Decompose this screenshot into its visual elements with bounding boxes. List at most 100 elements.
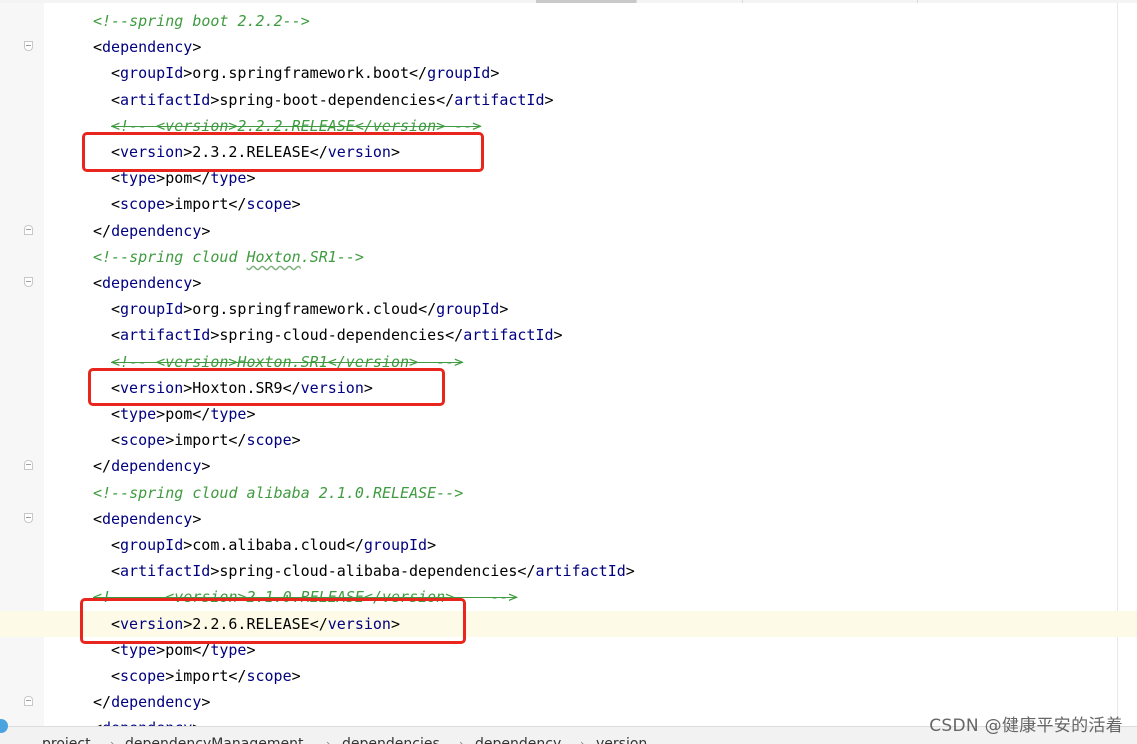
xml-tag-name: scope xyxy=(120,667,166,685)
tag-bracket: </ xyxy=(418,300,437,318)
tag-bracket: < xyxy=(93,510,103,528)
version-highlight-box xyxy=(88,368,445,406)
xml-value: com.alibaba.cloud xyxy=(192,536,346,554)
code-text: <dependency> xyxy=(93,34,201,60)
breadcrumb-item[interactable]: dependency xyxy=(475,735,561,744)
tag-bracket: > xyxy=(427,536,437,554)
tag-bracket: < xyxy=(111,667,121,685)
xml-value: spring-cloud-dependencies xyxy=(219,326,446,344)
xml-tag-name: artifactId xyxy=(120,562,211,580)
xml-tag-name: groupId xyxy=(427,64,491,82)
code-line[interactable]: <dependency> xyxy=(0,34,1137,60)
code-line[interactable]: </dependency> xyxy=(0,453,1137,479)
tag-bracket: </ xyxy=(93,457,112,475)
code-line[interactable]: <!--spring cloud alibaba 2.1.0.RELEASE--… xyxy=(0,480,1137,506)
tag-bracket: < xyxy=(111,431,121,449)
tag-bracket: </ xyxy=(436,91,455,109)
fold-marker-icon[interactable] xyxy=(24,460,33,470)
tag-bracket: </ xyxy=(409,64,428,82)
tag-bracket: > xyxy=(201,222,211,240)
ide-window: <!--spring boot 2.2.2--> <dependency> <gro… xyxy=(0,0,1137,744)
xml-tag-name: artifactId xyxy=(120,326,211,344)
code-line[interactable]: <!--spring boot 2.2.2--> xyxy=(0,8,1137,34)
fold-marker-icon[interactable] xyxy=(24,696,33,706)
breadcrumb-separator-icon: › xyxy=(459,737,464,744)
xml-tag-name: scope xyxy=(246,195,292,213)
xml-value: import xyxy=(174,667,229,685)
code-line[interactable]: <artifactId>spring-cloud-dependencies</a… xyxy=(0,322,1137,348)
tag-bracket: > xyxy=(192,510,202,528)
code-text: <artifactId>spring-boot-dependencies</ar… xyxy=(111,87,554,113)
code-text: <scope>import</scope> xyxy=(111,663,301,689)
tag-bracket: < xyxy=(111,562,121,580)
xml-tag-name: artifactId xyxy=(463,326,554,344)
code-line[interactable]: <groupId>com.alibaba.cloud</groupId> xyxy=(0,532,1137,558)
xml-tag-name: dependency xyxy=(102,274,193,292)
tag-bracket: </ xyxy=(345,536,364,554)
code-line[interactable]: <scope>import</scope> xyxy=(0,191,1137,217)
xml-tag-name: groupId xyxy=(120,300,184,318)
code-line[interactable]: <artifactId>spring-boot-dependencies</ar… xyxy=(0,87,1137,113)
xml-tag-name: scope xyxy=(246,667,292,685)
xml-comment: <!--spring boot 2.2.2--> xyxy=(93,12,310,30)
code-text: <groupId>org.springframework.boot</group… xyxy=(111,60,499,86)
xml-tag-name: type xyxy=(120,405,157,423)
fold-marker-icon[interactable] xyxy=(24,277,33,287)
xml-value: org.springframework.cloud xyxy=(192,300,419,318)
tag-bracket: > xyxy=(165,195,175,213)
fold-marker-icon[interactable] xyxy=(24,41,33,51)
xml-tag-name: groupId xyxy=(363,536,428,554)
xml-tag-name: groupId xyxy=(120,536,184,554)
breadcrumb-item[interactable]: dependencies xyxy=(342,735,440,744)
xml-value: pom xyxy=(165,405,193,423)
tag-bracket: < xyxy=(111,300,121,318)
code-text: <artifactId>spring-cloud-dependencies</a… xyxy=(111,322,563,348)
code-text: <!--spring cloud alibaba 2.1.0.RELEASE--… xyxy=(93,480,463,506)
code-line[interactable]: <groupId>org.springframework.cloud</grou… xyxy=(0,296,1137,322)
fold-marker-icon[interactable] xyxy=(24,225,33,235)
code-line[interactable]: <groupId>org.springframework.boot</group… xyxy=(0,60,1137,86)
code-line[interactable]: <!--spring cloud Hoxton.SR1--> xyxy=(0,244,1137,270)
tag-bracket: > xyxy=(192,38,202,56)
breadcrumb-item[interactable]: dependencyManagement xyxy=(125,735,303,744)
xml-tag-name: dependency xyxy=(111,222,202,240)
breadcrumb-item-current[interactable]: version xyxy=(596,735,647,744)
tag-bracket: > xyxy=(499,300,509,318)
tag-bracket: </ xyxy=(93,222,112,240)
xml-comment-typo: Hoxton xyxy=(246,248,301,266)
fold-marker-icon[interactable] xyxy=(24,513,33,523)
xml-tag-name: dependency xyxy=(102,38,193,56)
xml-value: spring-cloud-alibaba-dependencies xyxy=(219,562,518,580)
tag-bracket: < xyxy=(111,91,121,109)
xml-tag-name: dependency xyxy=(111,457,202,475)
code-text: <groupId>org.springframework.cloud</grou… xyxy=(111,296,508,322)
xml-tag-name: artifactId xyxy=(454,91,545,109)
xml-comment: .SR1--> xyxy=(300,248,364,266)
code-line[interactable]: <dependency> xyxy=(0,270,1137,296)
xml-tag-name: scope xyxy=(246,431,292,449)
code-line[interactable]: </dependency> xyxy=(0,218,1137,244)
code-line[interactable]: <scope>import</scope> xyxy=(0,663,1137,689)
xml-value: import xyxy=(174,431,229,449)
tag-bracket: > xyxy=(192,274,202,292)
tag-bracket: > xyxy=(183,536,193,554)
breadcrumb-item[interactable]: project xyxy=(42,735,91,744)
watermark: CSDN @健康平安的活着 xyxy=(929,716,1123,736)
tag-bracket: < xyxy=(111,326,121,344)
tag-bracket: > xyxy=(553,326,563,344)
xml-tag-name: dependency xyxy=(111,693,202,711)
tag-bracket: > xyxy=(183,64,193,82)
tag-bracket: > xyxy=(156,405,166,423)
xml-tag-name: artifactId xyxy=(120,91,211,109)
tag-bracket: > xyxy=(544,91,554,109)
code-line[interactable]: <dependency> xyxy=(0,506,1137,532)
tag-bracket: < xyxy=(111,195,121,213)
xml-tag-name: groupId xyxy=(120,64,184,82)
tag-bracket: > xyxy=(201,457,211,475)
code-text: <artifactId>spring-cloud-alibaba-depende… xyxy=(111,558,635,584)
code-line[interactable]: <artifactId>spring-cloud-alibaba-depende… xyxy=(0,558,1137,584)
xml-comment: <!--spring cloud alibaba 2.1.0.RELEASE--… xyxy=(93,484,464,502)
code-line[interactable]: <scope>import</scope> xyxy=(0,427,1137,453)
tag-bracket: > xyxy=(165,667,175,685)
tag-bracket: > xyxy=(183,300,193,318)
